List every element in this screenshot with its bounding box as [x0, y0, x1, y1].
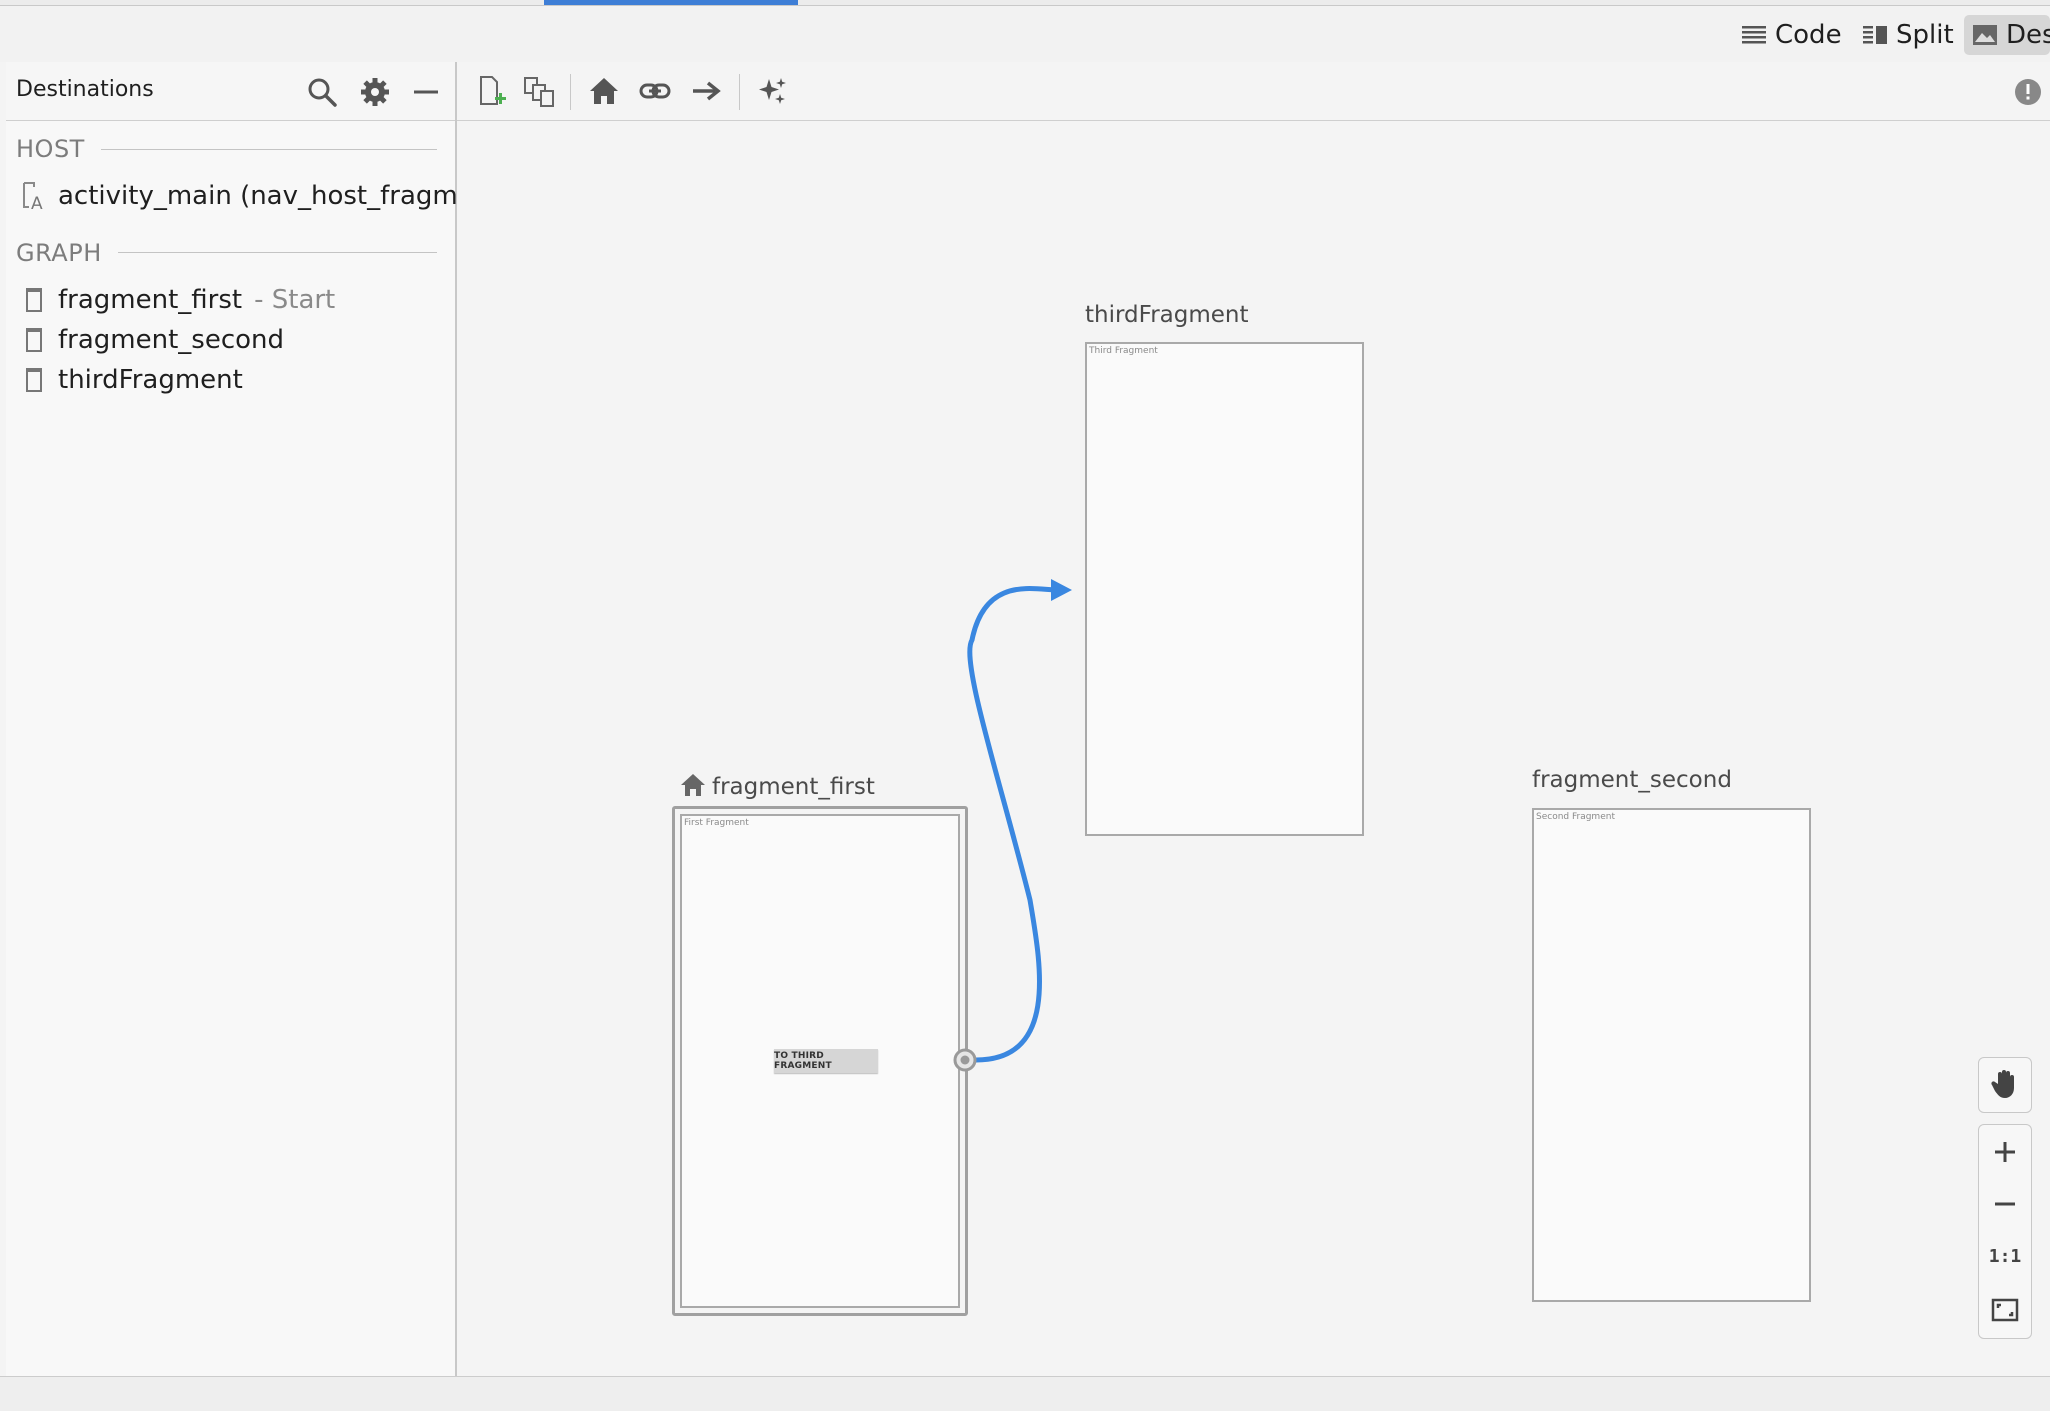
action-first-to-third[interactable]: [967, 586, 1061, 1063]
actual-size-button[interactable]: 1:1: [1979, 1229, 2031, 1283]
plus-icon[interactable]: [1979, 1125, 2031, 1179]
action-arrow-layer: [953, 579, 1072, 1072]
pan-control: [1978, 1057, 2032, 1113]
hand-icon[interactable]: [1979, 1058, 2031, 1110]
fit-screen-icon[interactable]: [1979, 1283, 2031, 1337]
action-arrowhead: [1051, 579, 1072, 601]
action-source-handle-dot: [960, 1055, 970, 1065]
zoom-controls: 1:1: [1978, 1124, 2032, 1339]
status-bar: [0, 1376, 2050, 1411]
minus-icon[interactable]: [1979, 1179, 2031, 1229]
